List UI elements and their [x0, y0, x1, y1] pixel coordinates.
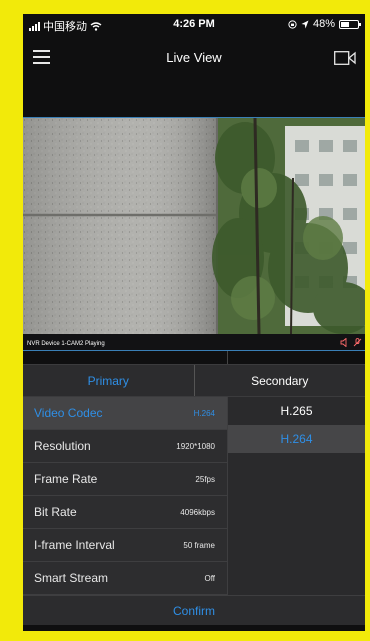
setting-label: Frame Rate [34, 472, 98, 486]
codec-option-h264[interactable]: H.264 [228, 425, 365, 453]
codec-option-h265[interactable]: H.265 [228, 397, 365, 425]
setting-value: H.264 [193, 408, 215, 418]
setting-label: Bit Rate [34, 505, 77, 519]
mic-off-icon[interactable] [353, 338, 362, 347]
setting-resolution[interactable]: Resolution 1920*1080 [23, 430, 227, 463]
setting-iframe-interval[interactable]: I-frame Interval 50 frame [23, 529, 227, 562]
status-right: 48% [288, 18, 361, 30]
tab-primary[interactable]: Primary [23, 365, 195, 396]
tab-secondary[interactable]: Secondary [195, 365, 366, 396]
location-icon [301, 20, 309, 28]
setting-value: 4096kbps [180, 507, 215, 517]
video-view[interactable]: NVR Device 1-CAM2 Playing [23, 117, 365, 351]
video-controls [340, 338, 362, 347]
setting-bit-rate[interactable]: Bit Rate 4096kbps [23, 496, 227, 529]
page-title: Live View [166, 50, 222, 65]
video-caption: NVR Device 1-CAM2 Playing [27, 341, 105, 347]
setting-value: 25fps [195, 474, 215, 484]
setting-video-codec[interactable]: Video Codec H.264 [23, 397, 227, 430]
setting-label: I-frame Interval [34, 538, 115, 552]
status-bar: 中国移动 4:26 PM 48% [23, 14, 365, 34]
setting-value: 50 frame [183, 540, 215, 550]
setting-value: Off [204, 573, 215, 583]
camera-icon[interactable] [334, 51, 356, 65]
video-frame [23, 118, 365, 350]
setting-frame-rate[interactable]: Frame Rate 25fps [23, 463, 227, 496]
stream-tabs: Primary Secondary [23, 364, 365, 397]
setting-value: 1920*1080 [176, 441, 215, 451]
setting-label: Smart Stream [34, 571, 109, 585]
mute-icon[interactable] [340, 338, 349, 347]
setting-smart-stream[interactable]: Smart Stream Off [23, 562, 227, 595]
lock-rotation-icon [288, 19, 297, 29]
confirm-button[interactable]: Confirm [23, 595, 365, 625]
setting-label: Resolution [34, 439, 91, 453]
codec-options-panel: H.265 H.264 [227, 397, 365, 595]
stream-settings-list: Video Codec H.264 Resolution 1920*1080 F… [23, 397, 227, 595]
nav-bar: Live View [23, 38, 365, 78]
battery-percent: 48% [312, 18, 335, 30]
battery-fill [341, 21, 349, 27]
battery-icon [339, 19, 361, 29]
divider [227, 351, 228, 365]
phone-screen: 中国移动 4:26 PM 48% Live View NVR Device 1-… [23, 14, 365, 631]
setting-label: Video Codec [34, 406, 103, 420]
